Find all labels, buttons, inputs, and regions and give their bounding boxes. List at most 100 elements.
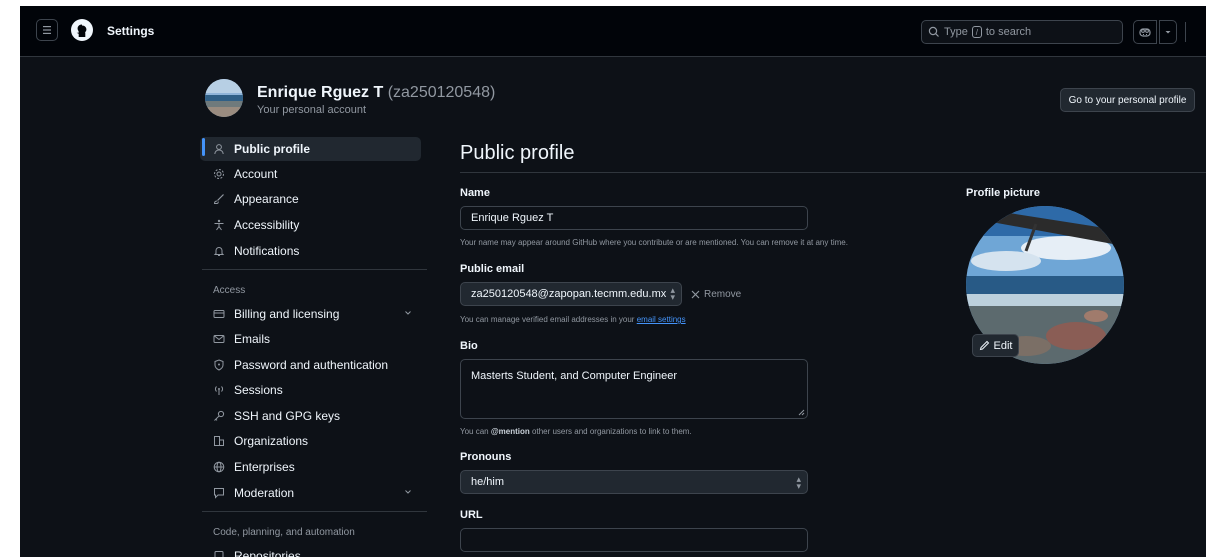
sidebar-item-label: Emails [234, 332, 271, 346]
pronouns-select[interactable]: he/him ▴ ▾ [460, 470, 808, 494]
report-icon [212, 486, 226, 500]
sidebar-item-label: Sessions [234, 383, 283, 397]
hamburger-icon [43, 26, 51, 34]
copilot-button[interactable] [1133, 20, 1157, 44]
pencil-icon [979, 340, 989, 351]
email-hint: You can manage verified email addresses … [460, 315, 686, 324]
name-field[interactable]: Enrique Rguez T [460, 206, 808, 230]
header-divider [1185, 22, 1186, 42]
avatar[interactable] [205, 79, 243, 117]
sidebar-heading-code: Code, planning, and automation [213, 527, 355, 538]
copilot-icon [1139, 28, 1151, 37]
copilot-dropdown-button[interactable] [1159, 20, 1177, 44]
bell-icon [212, 244, 226, 258]
title-divider [460, 172, 1206, 173]
edit-picture-button[interactable]: Edit [972, 334, 1019, 357]
sidebar-item-enterprises[interactable]: Enterprises [200, 455, 421, 479]
sidebar-item-sessions[interactable]: Sessions [200, 378, 421, 402]
triangle-down-icon [1165, 31, 1171, 34]
bio-hint-mention: @mention [490, 427, 530, 436]
sidebar-item-label: Repositories [234, 549, 301, 557]
name-label: Name [460, 187, 490, 199]
key-icon [212, 409, 226, 423]
go-to-profile-button[interactable]: Go to your personal profile [1060, 88, 1195, 112]
chevron-down-icon [405, 311, 411, 315]
sidebar-item-label: Accessibility [234, 218, 300, 232]
email-settings-link[interactable]: email settings [637, 315, 686, 324]
resize-handle-icon[interactable] [797, 408, 805, 416]
bio-value: Masterts Student, and Computer Engineer [471, 370, 678, 382]
avatar-photo [205, 79, 243, 117]
sidebar-item-appearance[interactable]: Appearance [200, 187, 421, 211]
public-email-select[interactable]: za250120548@zapopan.tecmm.edu.mx ▴ ▾ [460, 282, 682, 306]
sidebar-item-label: Account [234, 167, 278, 181]
credit-card-icon [212, 307, 226, 321]
account-subtitle: Your personal account [257, 104, 367, 116]
global-header: Settings Type / to search [20, 6, 1206, 57]
sidebar-item-notifications[interactable]: Notifications [200, 239, 421, 263]
public-email-label: Public email [460, 263, 525, 275]
account-name: Enrique Rguez T (za250120548) [257, 84, 495, 102]
remove-email-button[interactable]: Remove [691, 289, 741, 300]
bio-label: Bio [460, 340, 478, 352]
gear-icon [212, 167, 226, 181]
accessibility-icon [212, 218, 226, 232]
sidebar-item-password[interactable]: Password and authentication [200, 353, 421, 377]
globe-icon [212, 460, 226, 474]
shield-icon [212, 358, 226, 372]
bio-textarea[interactable]: Masterts Student, and Computer Engineer [460, 359, 808, 419]
mail-icon [212, 332, 226, 346]
search-icon [928, 26, 939, 37]
sidebar-item-label: Organizations [234, 434, 309, 448]
sidebar-item-emails[interactable]: Emails [200, 327, 421, 351]
url-field[interactable] [460, 528, 808, 552]
sidebar-item-organizations[interactable]: Organizations [200, 429, 421, 453]
sidebar-item-label: Public profile [234, 142, 311, 156]
search-input[interactable]: Type / to search [921, 20, 1123, 44]
sidebar-divider [202, 269, 427, 270]
repo-icon [212, 549, 226, 557]
sidebar-item-moderation[interactable]: Moderation [200, 481, 421, 505]
sidebar-heading-access: Access [213, 285, 246, 296]
profile-picture-label: Profile picture [966, 187, 1040, 199]
close-icon [691, 290, 700, 299]
name-hint: Your name may appear around GitHub where… [460, 238, 848, 247]
search-placeholder-pre: Type [944, 26, 968, 38]
url-label: URL [460, 509, 483, 521]
sidebar-item-label: Notifications [234, 244, 300, 258]
bio-hint-post: other users and organizations to link to… [532, 427, 692, 436]
sidebar-item-label: Enterprises [234, 460, 295, 474]
sidebar-item-public-profile[interactable]: Public profile [200, 137, 421, 161]
account-display-name: Enrique Rguez T [257, 84, 384, 101]
select-arrows-icon: ▴ ▾ [796, 474, 801, 491]
sidebar-divider [202, 511, 427, 512]
select-arrows-icon: ▴ ▾ [670, 285, 675, 302]
sidebar-item-account[interactable]: Account [200, 162, 421, 186]
sidebar-item-label: Moderation [234, 486, 295, 500]
sidebar-item-label: Appearance [234, 192, 299, 206]
edit-label: Edit [993, 339, 1013, 352]
sidebar-item-ssh-gpg[interactable]: SSH and GPG keys [200, 404, 421, 428]
sidebar-item-label: SSH and GPG keys [234, 409, 341, 423]
account-handle: (za250120548) [387, 84, 496, 101]
remove-label: Remove [704, 289, 742, 300]
broadcast-icon [212, 383, 226, 397]
header-title: Settings [107, 24, 155, 38]
github-logo-icon[interactable] [70, 18, 94, 42]
chevron-down-icon [405, 490, 411, 494]
pronouns-label: Pronouns [460, 451, 512, 463]
organization-icon [212, 434, 226, 448]
search-placeholder-post: to search [985, 26, 1032, 38]
sidebar-item-billing[interactable]: Billing and licensing [200, 302, 421, 326]
paintbrush-icon [212, 192, 226, 206]
person-icon [212, 142, 226, 156]
sidebar-item-accessibility[interactable]: Accessibility [200, 213, 421, 237]
bio-hint-pre: You can [460, 427, 489, 436]
sidebar-item-repositories[interactable]: Repositories [200, 544, 421, 557]
email-hint-text: You can manage verified email addresses … [460, 315, 635, 324]
settings-app: Settings Type / to search Enrique Rguez … [20, 6, 1206, 557]
menu-button[interactable] [36, 19, 58, 41]
sidebar-item-label: Billing and licensing [234, 307, 340, 321]
public-email-value: za250120548@zapopan.tecmm.edu.mx [471, 288, 667, 300]
sidebar-item-label: Password and authentication [234, 358, 389, 372]
